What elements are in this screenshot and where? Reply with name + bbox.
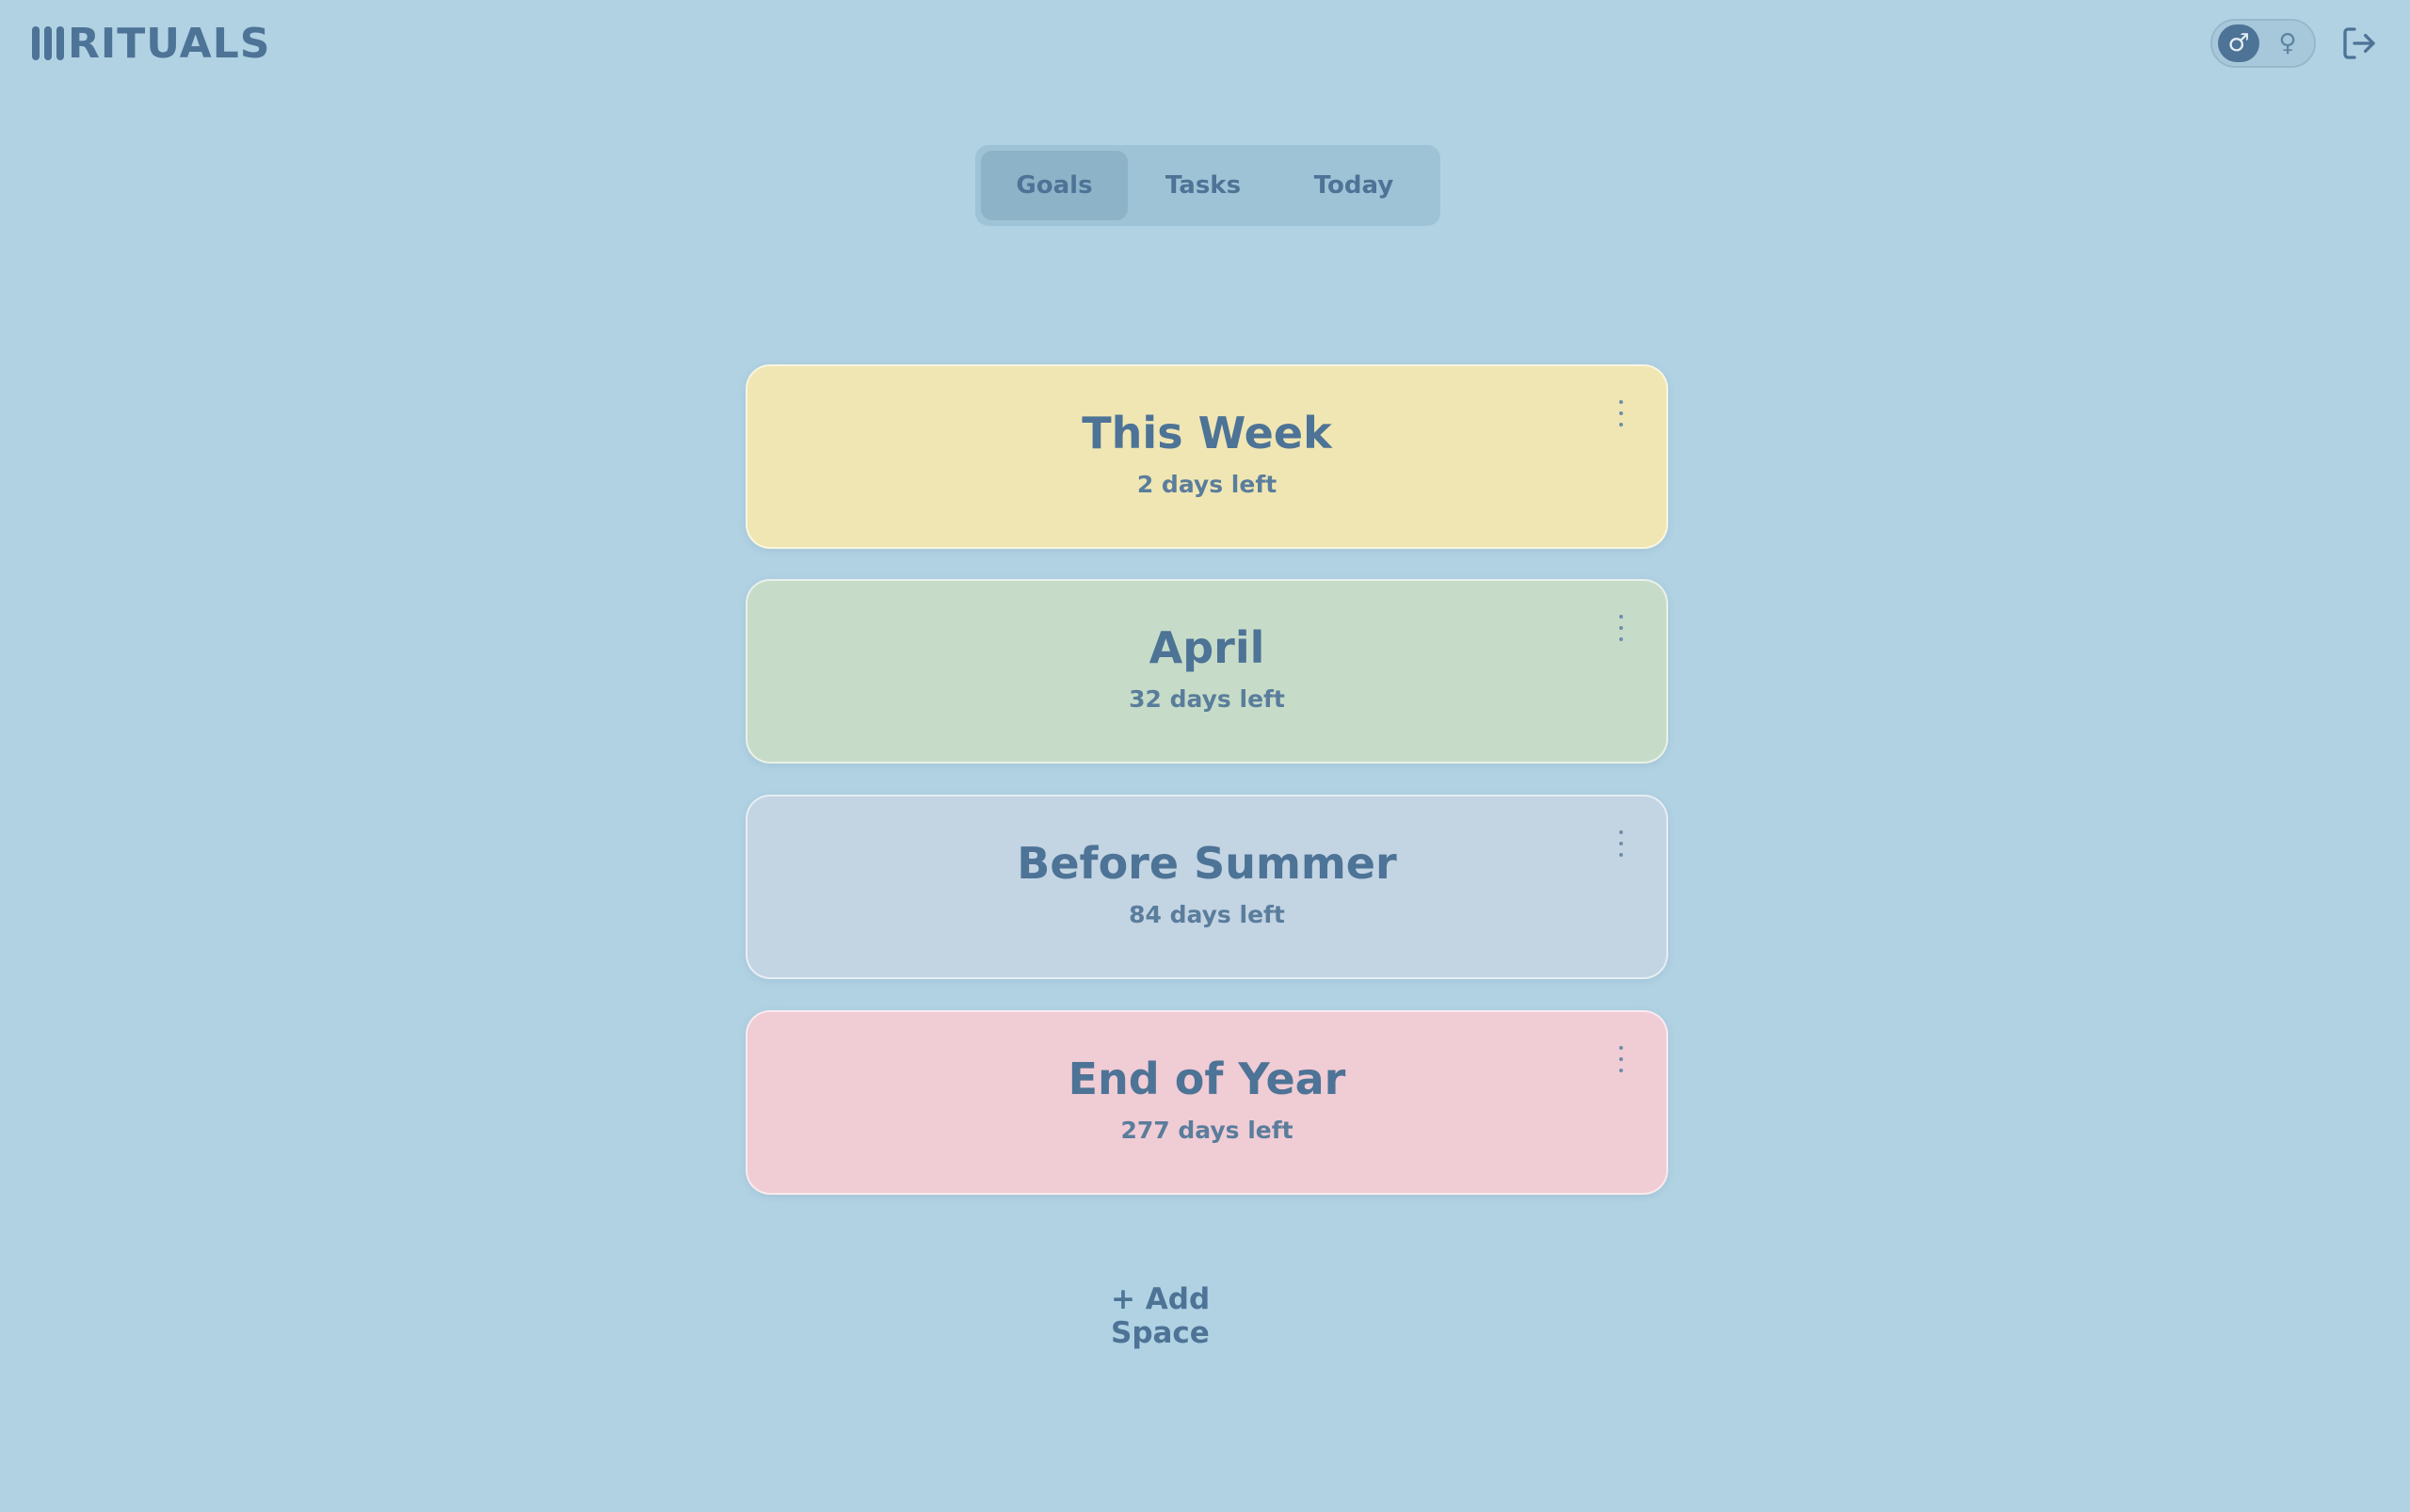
space-days-left: 277 days left bbox=[1120, 1116, 1293, 1144]
tab-goals[interactable]: Goals bbox=[981, 151, 1128, 220]
female-icon: ♀ bbox=[2278, 29, 2297, 57]
space-card-end-of-year[interactable]: End of Year 277 days left bbox=[746, 1010, 1668, 1195]
space-days-left: 32 days left bbox=[1129, 684, 1285, 713]
more-options-icon[interactable] bbox=[1615, 400, 1627, 426]
space-title: End of Year bbox=[1068, 1054, 1346, 1105]
space-days-left: 84 days left bbox=[1129, 900, 1285, 928]
app-title: RITUALS bbox=[68, 19, 271, 68]
more-options-icon[interactable] bbox=[1615, 615, 1627, 641]
app-logo[interactable]: RITUALS bbox=[32, 17, 270, 70]
male-icon: ♂ bbox=[2227, 29, 2250, 57]
tab-today[interactable]: Today bbox=[1278, 151, 1429, 220]
space-title: Before Summer bbox=[1017, 838, 1397, 890]
more-options-icon[interactable] bbox=[1615, 1046, 1627, 1072]
tab-tasks[interactable]: Tasks bbox=[1128, 151, 1278, 220]
add-space-button[interactable]: + Add Space bbox=[1111, 1282, 1303, 1350]
logo-bars bbox=[32, 26, 64, 60]
top-bar: RITUALS ♂ ♀ bbox=[0, 0, 2410, 87]
space-title: April bbox=[1149, 622, 1265, 674]
more-options-icon[interactable] bbox=[1615, 830, 1627, 857]
logout-button[interactable] bbox=[2337, 21, 2382, 66]
space-days-left: 2 days left bbox=[1136, 470, 1277, 498]
gender-toggle[interactable]: ♂ ♀ bbox=[2210, 19, 2316, 68]
space-card-this-week[interactable]: This Week 2 days left bbox=[746, 364, 1668, 549]
female-option[interactable]: ♀ bbox=[2267, 24, 2308, 62]
view-tabs: Goals Tasks Today bbox=[975, 145, 1440, 226]
logout-icon bbox=[2343, 27, 2375, 59]
male-option[interactable]: ♂ bbox=[2218, 24, 2259, 62]
space-title: This Week bbox=[1082, 408, 1332, 459]
space-card-april[interactable]: April 32 days left bbox=[746, 579, 1668, 764]
space-card-before-summer[interactable]: Before Summer 84 days left bbox=[746, 795, 1668, 979]
